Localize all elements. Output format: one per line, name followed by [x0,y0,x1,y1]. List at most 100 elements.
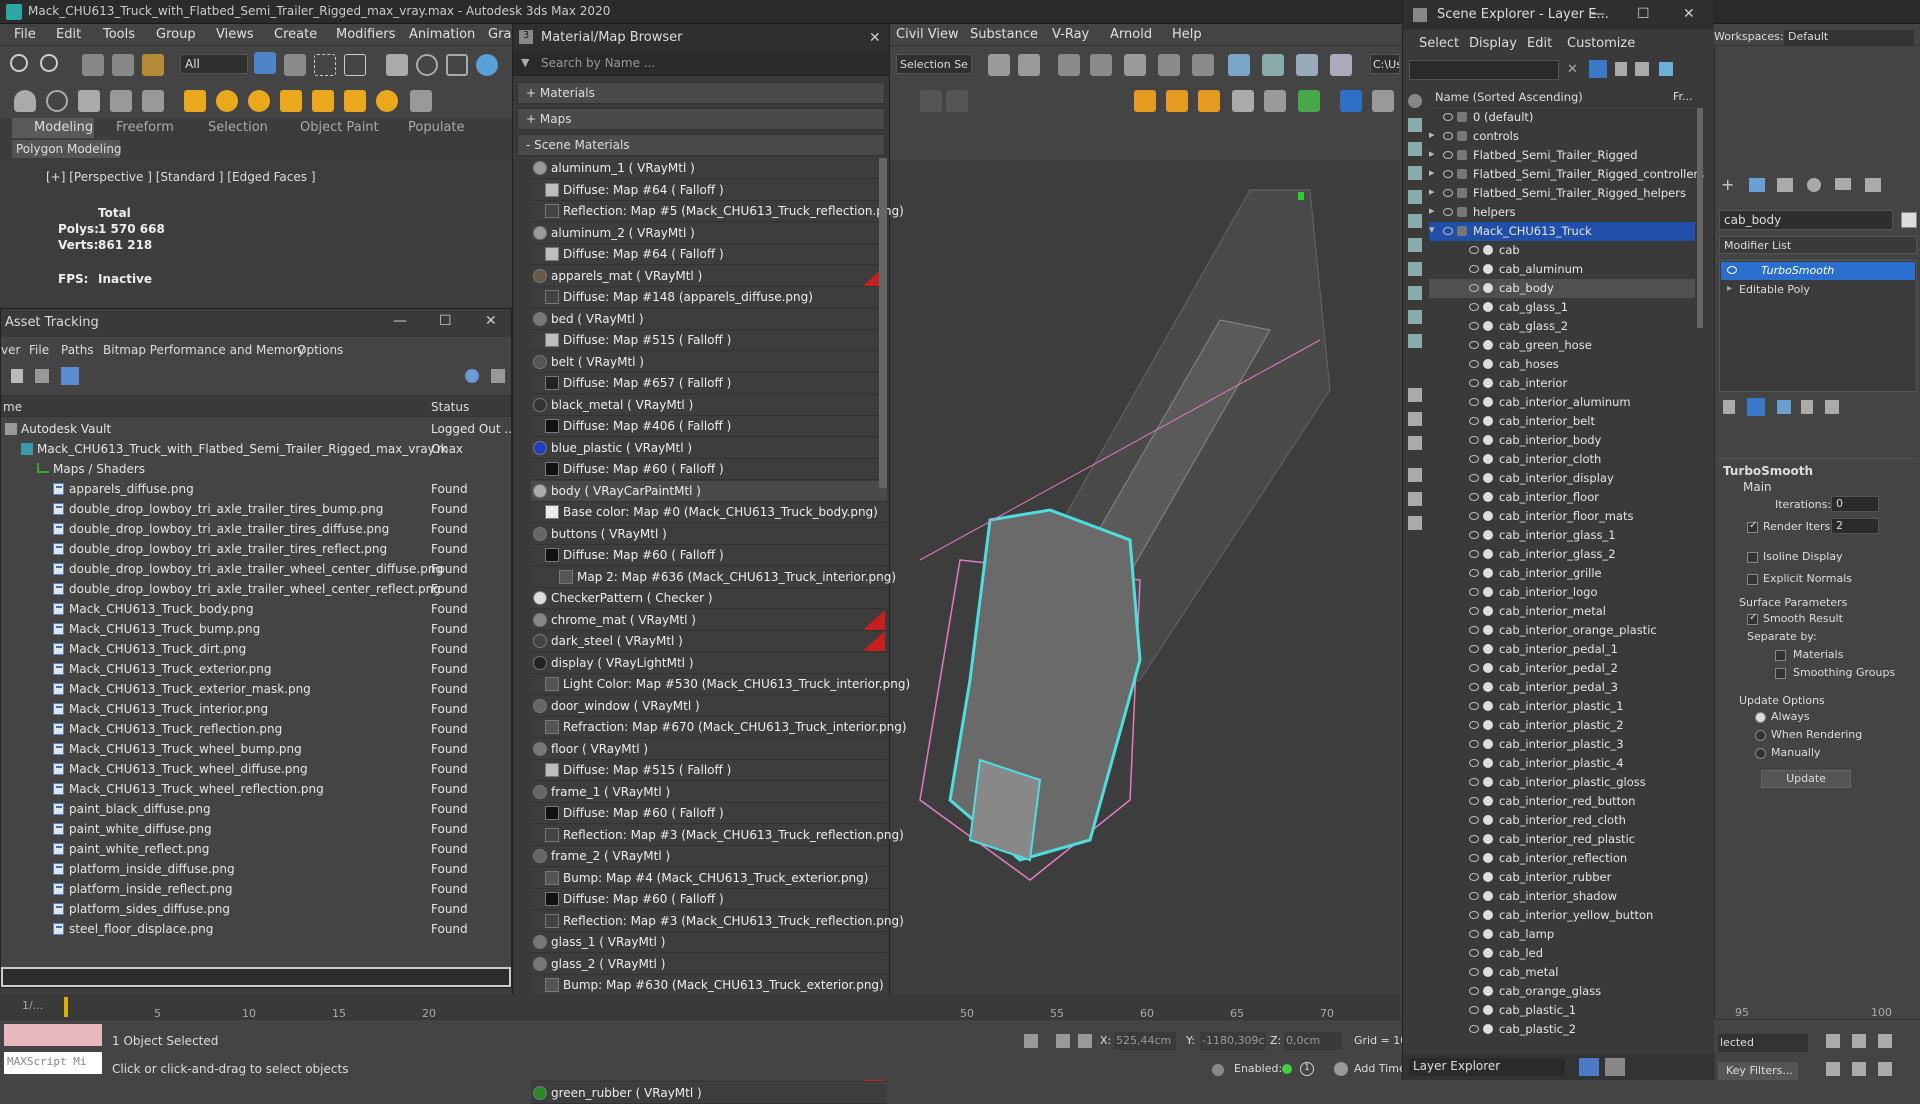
browser-close-icon[interactable]: ✕ [869,30,881,46]
menu-help[interactable]: Help [1172,27,1202,42]
scene-object-row[interactable]: cab_interior_reflection [1429,849,1695,868]
stack-eye-icon[interactable] [1727,266,1737,274]
scene-object-row[interactable]: cab_interior_plastic_3 [1429,735,1695,754]
scene-object-row[interactable]: cab_aluminum [1429,260,1695,279]
xref-filter-icon[interactable] [1408,286,1422,300]
stack-item-turbosmooth[interactable]: TurboSmooth [1721,262,1915,280]
se-menu-edit[interactable]: Edit [1527,36,1552,51]
visibility-eye-icon[interactable] [1469,341,1479,349]
layer-explorer-dropdown[interactable]: Layer Explorer [1409,1058,1565,1076]
ribbon-tab-modeling[interactable]: Modeling [34,120,93,135]
menu-arnold[interactable]: Arnold [1110,27,1152,42]
renderable-icon[interactable] [1483,302,1493,312]
visibility-eye-icon[interactable] [1469,987,1479,995]
material-row[interactable]: floor ( VRayMtl ) [531,738,887,760]
scene-object-row[interactable]: cab_plastic_1 [1429,1001,1695,1020]
menu-create[interactable]: Create [274,27,317,42]
scene-layer-row[interactable]: ▾ Mack_CHU613_Truck [1429,222,1695,241]
asset-path-field[interactable] [1,967,511,987]
bind-spacewarp-icon[interactable] [142,54,164,76]
material-row[interactable]: belt ( VRayMtl ) [531,351,887,373]
scene-object-row[interactable]: cab_interior_belt [1429,412,1695,431]
menu-edit[interactable]: Edit [56,27,81,42]
spot-light-icon[interactable] [312,90,334,112]
image-icon[interactable] [1298,90,1320,112]
sun-icon[interactable] [216,90,238,112]
menu-substance[interactable]: Substance [970,27,1038,42]
visibility-eye-icon[interactable] [1469,930,1479,938]
renderable-icon[interactable] [1483,701,1493,711]
renderable-icon[interactable] [1483,492,1493,502]
fe-icon[interactable] [1198,90,1220,112]
visibility-eye-icon[interactable] [1469,949,1479,957]
material-row[interactable]: black_metal ( VRayMtl ) [531,394,887,416]
update-button[interactable]: Update [1761,770,1851,788]
material-editor-icon[interactable] [1228,54,1250,76]
visibility-eye-icon[interactable] [1469,1006,1479,1014]
asset-row[interactable]: Mack_CHU613_Truck_with_Flatbed_Semi_Trai… [1,439,511,459]
scene-object-row[interactable]: cab_interior_plastic_4 [1429,754,1695,773]
scene-object-row[interactable]: cab_interior_yellow_button [1429,906,1695,925]
material-row[interactable]: glass_1 ( VRayMtl ) [531,932,887,953]
renderable-icon[interactable] [1483,283,1493,293]
se-minimize-icon[interactable]: — [1591,6,1605,22]
section-materials[interactable]: + Materials [517,82,885,104]
asset-row[interactable]: Mack_CHU613_Truck_wheel_reflection.png Fo… [1,779,511,799]
toggle-scene-explorer-icon[interactable] [1058,54,1080,76]
visibility-eye-icon[interactable] [1469,455,1479,463]
bone-filter-icon[interactable] [1408,310,1422,324]
layer-icon[interactable] [1457,150,1467,160]
renderable-icon[interactable] [1483,530,1493,540]
hierarchy-tab-icon[interactable] [1777,178,1793,192]
render-setup-icon[interactable] [1262,54,1284,76]
visibility-eye-icon[interactable] [1443,227,1453,235]
visibility-eye-icon[interactable] [1469,759,1479,767]
material-row[interactable]: aluminum_2 ( VRayMtl ) [531,222,887,244]
ribbon-icon[interactable] [1124,54,1146,76]
display-all-icon[interactable] [1408,94,1422,108]
search-placeholder[interactable]: Search by Name ... [541,56,655,70]
scene-object-row[interactable]: cab_interior_pedal_1 [1429,640,1695,659]
pin-stack-icon[interactable] [1723,400,1735,414]
rc-icon[interactable] [1340,90,1362,112]
select-object-icon[interactable] [254,52,276,74]
expand-toggle-icon[interactable]: ▸ [1429,185,1435,198]
scene-manager-icon[interactable] [1605,1058,1625,1076]
renderable-icon[interactable] [1483,815,1493,825]
iterations-spinner[interactable]: 0 [1831,496,1879,512]
paint-icon[interactable] [920,90,942,112]
visibility-eye-icon[interactable] [1469,702,1479,710]
material-row[interactable]: bed ( VRayMtl ) [531,308,887,330]
material-map-row[interactable]: Reflection: Map #3 (Mack_CHU613_Truck_re… [531,910,904,932]
render-frame-icon[interactable] [1296,54,1318,76]
asset-row[interactable]: Mack_CHU613_Truck_reflection.png Found [1,719,511,739]
menu-modifiers[interactable]: Modifiers [336,27,395,42]
visibility-eye-icon[interactable] [1469,512,1479,520]
light-icon[interactable] [184,90,206,112]
geosphere-icon[interactable] [142,90,164,112]
close-icon[interactable]: ✕ [485,313,497,329]
scene-object-row[interactable]: cab [1429,241,1695,260]
visibility-eye-icon[interactable] [1469,303,1479,311]
scene-layer-row[interactable]: 0 (default) [1429,108,1695,127]
section-maps[interactable]: + Maps [517,108,885,130]
renderable-icon[interactable] [1483,834,1493,844]
material-map-row[interactable]: Base color: Map #0 (Mack_CHU613_Truck_bo… [531,502,887,523]
sphere-light-icon[interactable] [248,90,270,112]
material-row[interactable]: display ( VRayLightMtl ) [531,652,887,674]
undo-icon[interactable] [10,54,28,72]
scene-object-row[interactable]: cab_interior_red_plastic [1429,830,1695,849]
enabled-indicator[interactable] [1282,1064,1292,1074]
column-status[interactable]: Status [431,400,469,414]
at-menu-server[interactable]: ver [1,343,20,357]
open-icon[interactable] [1408,516,1422,530]
visibility-eye-icon[interactable] [1469,816,1479,824]
shape-filter-icon[interactable] [1408,142,1422,156]
unlink-icon[interactable] [112,54,134,76]
visibility-eye-icon[interactable] [1443,189,1453,197]
manually-radio[interactable] [1755,748,1766,759]
expand-toggle-icon[interactable]: ▸ [1429,147,1435,160]
material-map-row[interactable]: Diffuse: Map #406 ( Falloff ) [531,416,887,437]
renderable-icon[interactable] [1483,1005,1493,1015]
create-tab-icon[interactable]: + [1721,177,1735,193]
